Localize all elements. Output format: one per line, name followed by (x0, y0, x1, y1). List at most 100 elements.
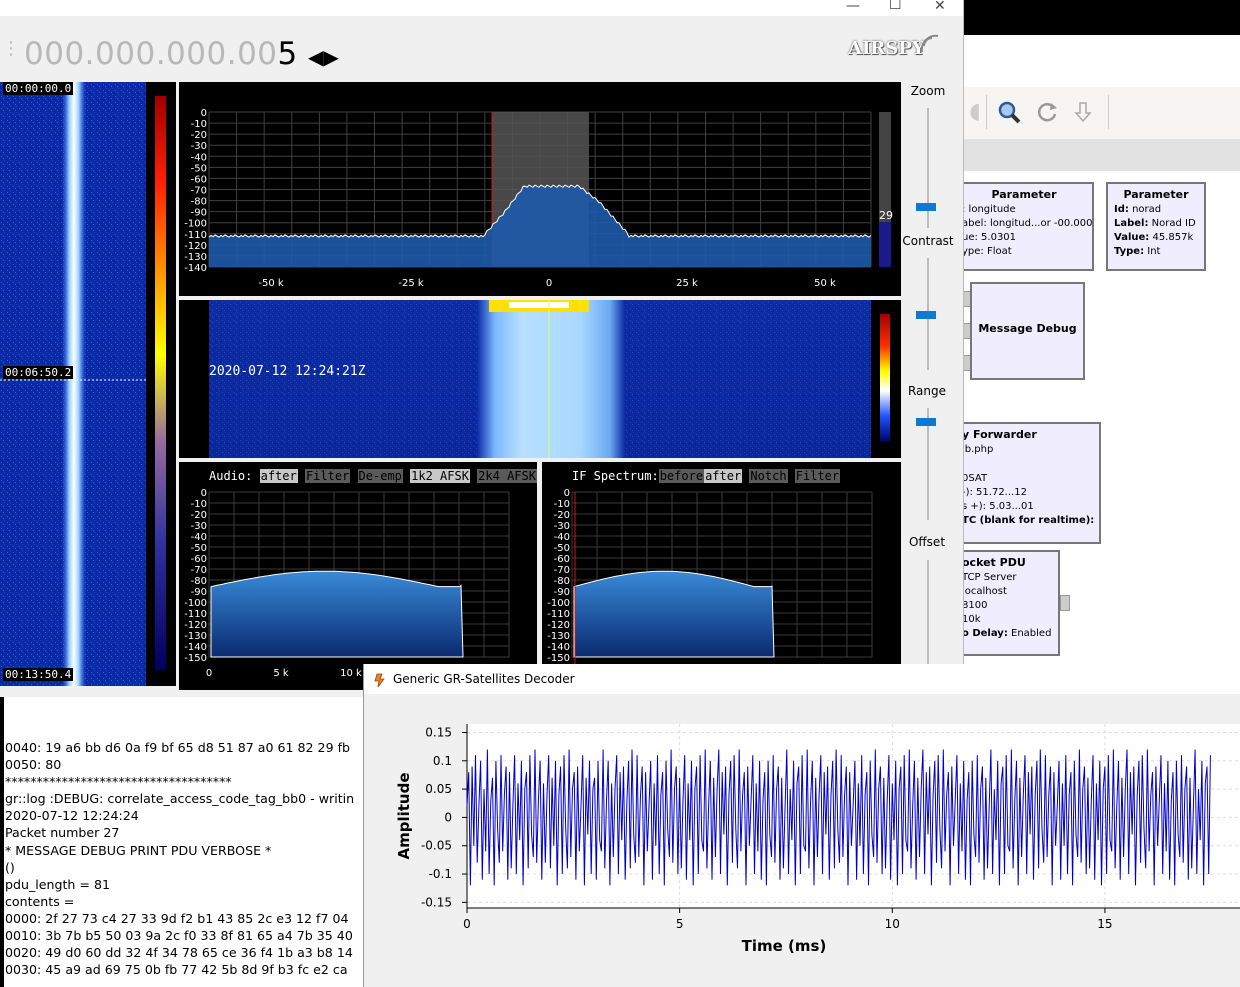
signal-waves-icon (920, 34, 939, 53)
block-parameter-longitude[interactable]: Parameter : longitude abel: longitud...o… (954, 182, 1094, 271)
audio-filter-button[interactable]: Filter (304, 469, 351, 483)
audio-deemp-button[interactable]: De-emp (357, 469, 403, 483)
block-forwarder[interactable]: y Forwarder lb.php 0SAT -): 51.72...12 s… (954, 422, 1101, 544)
offset-label: Offset (908, 535, 946, 549)
block-port[interactable] (1060, 595, 1070, 611)
block-line: localhost (962, 586, 1007, 597)
if-notch-button[interactable]: Notch (749, 469, 788, 483)
maximize-icon[interactable]: ☐ (889, 0, 902, 12)
block-line: Label: Norad ID (1114, 218, 1196, 229)
fft-panel[interactable]: 0 -10 -20 -30 -40 -50 -60 -70 -80 -90 -100 -110 -120… (179, 82, 901, 296)
minimize-icon[interactable]: — (846, 0, 860, 13)
spectrum-y-tick-label: -20 (554, 510, 570, 521)
terminal-line: ************************************ (5, 774, 232, 790)
fft-y-tick-label: -120 (184, 241, 207, 252)
fft-y-tick-label: -80 (191, 197, 207, 208)
terminal-line: 2020-07-12 12:24:24 (5, 808, 139, 824)
if-filter-button[interactable]: Filter (794, 469, 841, 483)
range-slider-handle[interactable] (916, 418, 936, 426)
drag-handle-icon[interactable]: ⋮ (2, 38, 20, 64)
refresh-icon[interactable] (1034, 99, 1060, 125)
if-before-button[interactable]: before (658, 469, 705, 483)
grc-titlebar (962, 0, 1240, 35)
fft-y-tick-label: -110 (184, 230, 207, 241)
fft-y-tick-label: -40 (191, 152, 207, 163)
fft-y-tick-label: -90 (191, 208, 207, 219)
chart-y-tick-label: 0.15 (425, 725, 452, 739)
waterfall-panel[interactable]: 2020-07-12 12:24:21Z (179, 300, 901, 458)
spectrum-y-tick-label: -110 (547, 609, 570, 620)
fft-y-tick-label: -10 (191, 119, 207, 130)
audio-panel[interactable]: 0 -10 -20 -30 -40 -50 -60 -70 -80 -90 -100 -110 -120… (179, 462, 537, 690)
spectrum-y-tick-label: -50 (191, 543, 207, 554)
terminal-line: () (5, 859, 15, 875)
fft-x-tick-label: 25 k (676, 278, 698, 289)
spectrum-y-tick-label: -10 (554, 499, 570, 510)
zoom-slider-handle[interactable] (916, 203, 936, 211)
frequency-step-arrows-icon[interactable]: ◀▶ (308, 45, 339, 69)
spectrum-y-tick-label: -90 (554, 587, 570, 598)
history-waterfall[interactable]: 00:00:00.0 00:06:50.2 00:13:50.4 (0, 82, 146, 686)
close-icon[interactable]: ✕ (934, 0, 946, 13)
decoder-title: Generic GR-Satellites Decoder (393, 672, 575, 686)
block-parameter-norad[interactable]: Parameter Id: norad Label: Norad ID Valu… (1106, 182, 1206, 271)
spectrum-y-tick-label: -80 (191, 576, 207, 587)
block-line: ue: 5.0301 (962, 232, 1017, 243)
fft-y-tick-label: -130 (184, 252, 207, 263)
fft-x-tick-label: -25 k (398, 278, 424, 289)
chart-y-tick-label: -0.1 (429, 867, 452, 881)
terminal-line: 0030: 45 a9 ad 69 75 0b fb 77 42 5b 8d 9… (5, 962, 348, 978)
chart-x-tick-label: 15 (1097, 917, 1112, 931)
waterfall-timestamp: 2020-07-12 12:24:21Z (209, 364, 366, 379)
offset-slider-track[interactable] (927, 560, 929, 664)
fft-x-tick-label: -50 k (258, 278, 284, 289)
spectrum-y-tick-label: -150 (184, 653, 207, 664)
fft-spectrum-fill (209, 185, 871, 267)
arrow-icon[interactable] (1070, 99, 1096, 125)
if-spectrum-panel[interactable]: 0 -10 -20 -30 -40 -50 -60 -70 -80 -90 -100 -110 -120… (542, 462, 901, 690)
block-line: : longitude (962, 204, 1016, 215)
waterfall-time-label: 00:13:50.4 (3, 668, 74, 681)
audio-after-button[interactable]: after (259, 469, 298, 483)
block-title: Parameter (1123, 188, 1189, 201)
history-waterfall-image (0, 82, 146, 686)
spectrum-y-tick-label: -40 (191, 532, 207, 543)
if-toolbar: IF Spectrum:before after Notch Filter (572, 469, 841, 483)
if-after-button[interactable]: after (704, 469, 743, 483)
spectrum-x-tick-label: 5 k (273, 668, 289, 679)
block-message-debug[interactable]: Message Debug (970, 282, 1085, 380)
block-title: ocket PDU (962, 556, 1026, 569)
frequency-digits: 000.000.000.00 (24, 36, 278, 72)
audio-1k2-afsk-button[interactable]: 1k2 AFSK (410, 469, 470, 483)
block-line: TCP Server (962, 572, 1017, 583)
contrast-slider-handle[interactable] (916, 311, 936, 319)
block-line: 8100 (962, 600, 988, 611)
fft-y-tick-label: -60 (191, 174, 207, 185)
frequency-display[interactable]: 000.000.000.005 (24, 36, 298, 72)
audio-2k4-afsk-button[interactable]: 2k4 AFSK (477, 469, 537, 483)
fft-level-fill (879, 222, 891, 267)
search-icon[interactable] (996, 99, 1022, 125)
block-line: Id: norad (1114, 204, 1162, 215)
fft-x-tick-label: 50 k (814, 278, 836, 289)
spectrum-y-tick-label: -60 (554, 554, 570, 565)
chart-y-tick-label: 0 (444, 810, 452, 824)
grc-tabbar (962, 139, 1240, 171)
decoder-window: Generic GR-Satellites Decoder 0.15 0.1 0.0… (363, 664, 1240, 987)
spectrum-fill (210, 570, 464, 658)
toolbar-separator (986, 95, 987, 129)
spectrum-fill (573, 570, 775, 658)
spectrum-y-tick-label: -10 (191, 499, 207, 510)
amplitude-chart[interactable]: 0.15 0.1 0.05 0 -0.05 -0.1 -0.15 0 5 10 15 Time (ms… (364, 694, 1240, 987)
block-socket-pdu[interactable]: ocket PDU TCP Server localhost 8100 10k … (954, 550, 1060, 656)
terminal-line: gr::log :DEBUG: correlate_access_code_ta… (5, 791, 355, 807)
block-line: o Delay: Enabled (962, 628, 1052, 639)
spectrum-y-tick-label: -100 (184, 598, 207, 609)
range-label: Range (907, 384, 947, 398)
fft-y-tick-label: -20 (191, 130, 207, 141)
zoom-label: Zoom (910, 84, 946, 98)
fft-plot: 0-10-20-30-40-50-60-70-80-90-100-110-120… (184, 108, 893, 289)
chart-x-tick-label: 0 (463, 917, 471, 931)
spectrum-y-tick-label: 0 (564, 488, 570, 499)
toolbar-partial-icon[interactable]: ◖ (962, 99, 988, 125)
